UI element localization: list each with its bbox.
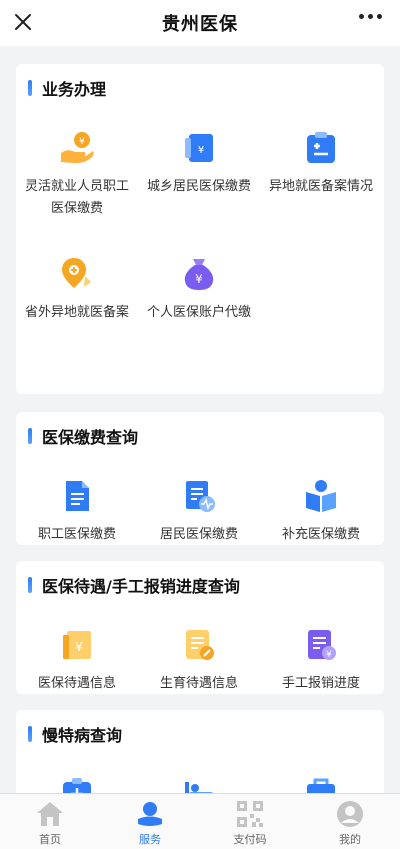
svg-text:¥: ¥ bbox=[79, 137, 85, 147]
section-bar bbox=[28, 577, 32, 593]
service-item-remote-filing-status[interactable]: 异地就医备案情况 bbox=[260, 128, 382, 254]
service-item-employee-payment[interactable]: 职工医保缴费 bbox=[16, 476, 138, 546]
section-bar bbox=[28, 80, 32, 96]
user-icon bbox=[335, 799, 365, 829]
chronic-item-2[interactable] bbox=[138, 772, 260, 793]
document-icon bbox=[57, 476, 97, 516]
section-header: 慢特病查询 bbox=[16, 710, 384, 758]
tab-service[interactable]: 服务 bbox=[100, 794, 200, 849]
service-item-benefit-info[interactable]: ¥ 医保待遇信息 bbox=[16, 625, 138, 695]
benefits-query-card: 医保待遇/手工报销进度查询 ¥ 医保待遇信息 生育待遇信息 ¥ 手工报销进度 bbox=[16, 561, 384, 694]
service-icon bbox=[135, 799, 165, 829]
more-icon[interactable] bbox=[359, 14, 382, 19]
svg-text:¥: ¥ bbox=[326, 650, 332, 660]
business-card: 业务办理 ¥ 灵活就业人员职工医保缴费 ¥ 城乡居民医保缴费 异地就医备案情况 … bbox=[16, 64, 384, 394]
service-label: 城乡居民医保缴费 bbox=[146, 179, 251, 194]
service-label: 灵活就业人员职工医保缴费 bbox=[24, 179, 129, 216]
section-bar bbox=[28, 726, 32, 742]
service-label: 职工医保缴费 bbox=[37, 527, 116, 542]
close-icon[interactable] bbox=[10, 9, 36, 35]
section-header: 医保待遇/手工报销进度查询 bbox=[16, 561, 384, 609]
service-label: 个人医保账户代缴 bbox=[146, 305, 251, 320]
tab-label: 首页 bbox=[39, 833, 61, 846]
service-label: 异地就医备案情况 bbox=[268, 179, 373, 194]
section-title: 业务办理 bbox=[42, 80, 107, 99]
section-header: 业务办理 bbox=[16, 64, 384, 112]
qr-code-icon bbox=[235, 799, 265, 829]
payment-query-card: 医保缴费查询 职工医保缴费 居民医保缴费 补充医保缴费 bbox=[16, 412, 384, 545]
service-label: 医保待遇信息 bbox=[37, 676, 116, 691]
medicine-box-icon bbox=[301, 772, 341, 793]
service-label: 手工报销进度 bbox=[281, 676, 360, 691]
service-item-supplementary-payment[interactable]: 补充医保缴费 bbox=[260, 476, 382, 546]
svg-text:¥: ¥ bbox=[75, 640, 83, 654]
service-label: 居民医保缴费 bbox=[159, 527, 238, 542]
book-reader-icon bbox=[301, 476, 341, 516]
tab-label: 我的 bbox=[339, 833, 361, 846]
money-bag-icon: ¥ bbox=[179, 254, 219, 294]
chronic-item-3[interactable] bbox=[260, 772, 382, 793]
tab-home[interactable]: 首页 bbox=[0, 794, 100, 849]
hospital-bed-icon bbox=[179, 772, 219, 793]
tab-mine[interactable]: 我的 bbox=[300, 794, 400, 849]
top-bar: 贵州医保 bbox=[0, 0, 400, 46]
medical-kit-icon bbox=[57, 772, 97, 793]
service-item-resident-payment[interactable]: 居民医保缴费 bbox=[138, 476, 260, 546]
section-title: 医保待遇/手工报销进度查询 bbox=[42, 577, 240, 596]
service-item-out-of-province-filing[interactable]: 省外异地就医备案 bbox=[16, 254, 138, 380]
service-item-resident-insurance[interactable]: ¥ 城乡居民医保缴费 bbox=[138, 128, 260, 254]
home-icon bbox=[35, 799, 65, 829]
section-header: 医保缴费查询 bbox=[16, 412, 384, 460]
location-pin-icon bbox=[57, 254, 97, 294]
reimbursement-icon: ¥ bbox=[301, 625, 341, 665]
svg-text:¥: ¥ bbox=[195, 272, 203, 286]
hand-coin-icon: ¥ bbox=[57, 128, 97, 168]
chronic-disease-card: 慢特病查询 bbox=[16, 710, 384, 793]
service-item-flexible-employment[interactable]: ¥ 灵活就业人员职工医保缴费 bbox=[16, 128, 138, 254]
tab-payment-code[interactable]: 支付码 bbox=[200, 794, 300, 849]
chronic-item-1[interactable] bbox=[16, 772, 138, 793]
wallet-card-icon: ¥ bbox=[179, 128, 219, 168]
service-item-maternity-info[interactable]: 生育待遇信息 bbox=[138, 625, 260, 695]
page-title: 贵州医保 bbox=[162, 14, 238, 35]
main-content: 业务办理 ¥ 灵活就业人员职工医保缴费 ¥ 城乡居民医保缴费 异地就医备案情况 … bbox=[0, 46, 400, 793]
service-item-personal-account[interactable]: ¥ 个人医保账户代缴 bbox=[138, 254, 260, 380]
service-label: 补充医保缴费 bbox=[281, 527, 360, 542]
section-bar bbox=[28, 428, 32, 444]
yuan-receipt-icon: ¥ bbox=[57, 625, 97, 665]
medical-clipboard-icon bbox=[301, 128, 341, 168]
section-title: 慢特病查询 bbox=[42, 726, 123, 745]
service-label: 生育待遇信息 bbox=[159, 676, 238, 691]
svg-text:¥: ¥ bbox=[198, 145, 204, 156]
section-title: 医保缴费查询 bbox=[42, 428, 139, 447]
tab-label: 支付码 bbox=[233, 833, 267, 846]
document-pulse-icon bbox=[179, 476, 219, 516]
tab-label: 服务 bbox=[139, 833, 161, 846]
service-label: 省外异地就医备案 bbox=[24, 305, 129, 320]
edit-note-icon bbox=[179, 625, 219, 665]
service-item-reimbursement-progress[interactable]: ¥ 手工报销进度 bbox=[260, 625, 382, 695]
bottom-tab-bar: 首页 服务 支付码 我的 bbox=[0, 793, 400, 849]
